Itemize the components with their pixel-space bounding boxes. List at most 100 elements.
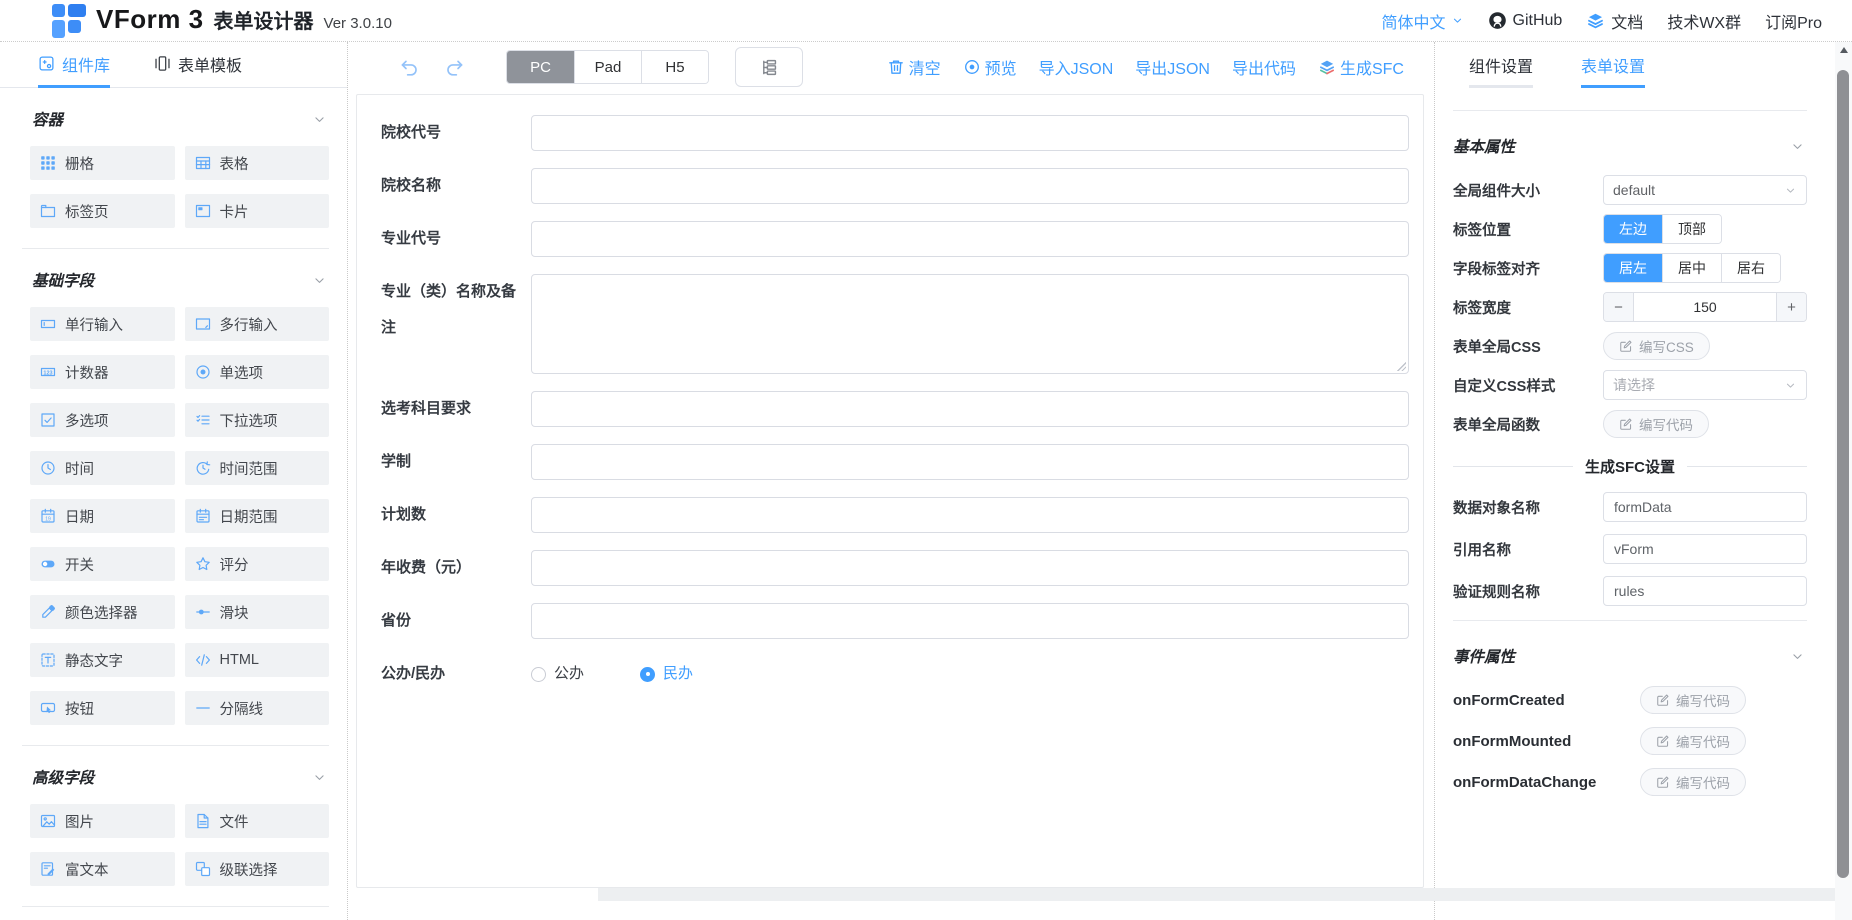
- resize-grip[interactable]: [1395, 360, 1406, 371]
- component-item[interactable]: 开关: [30, 547, 175, 581]
- form-field-row[interactable]: 省份: [381, 603, 1409, 639]
- form-field-row[interactable]: 专业（类）名称及备注: [381, 274, 1409, 374]
- ref-name-input[interactable]: [1603, 534, 1807, 564]
- component-item[interactable]: 下拉选项: [185, 403, 330, 437]
- label-align-option[interactable]: 居中: [1662, 254, 1721, 282]
- redo-icon[interactable]: [444, 56, 466, 78]
- component-item[interactable]: 标签页: [30, 194, 175, 228]
- component-item[interactable]: 分隔线: [185, 691, 330, 725]
- component-item[interactable]: 图片: [30, 804, 175, 838]
- form-field-row[interactable]: 院校代号: [381, 115, 1409, 151]
- component-item[interactable]: 评分: [185, 547, 330, 581]
- section-title: 基础字段: [32, 269, 94, 291]
- text-input[interactable]: [531, 497, 1409, 533]
- form-field-row[interactable]: 院校名称: [381, 168, 1409, 204]
- toolbar-action[interactable]: 清空: [887, 55, 941, 79]
- write-code-button[interactable]: 编写代码: [1603, 410, 1709, 438]
- label-align-option[interactable]: 居左: [1604, 254, 1662, 282]
- form-field-row[interactable]: 计划数: [381, 497, 1409, 533]
- text-input[interactable]: [531, 550, 1409, 586]
- wechat-group-link[interactable]: 技术WX群: [1667, 9, 1741, 33]
- device-tab-pc[interactable]: PC: [507, 51, 574, 83]
- radio-option[interactable]: 公办: [531, 656, 584, 692]
- docs-link[interactable]: 文档: [1586, 9, 1643, 33]
- component-item[interactable]: 表格: [185, 146, 330, 180]
- component-item[interactable]: 多行输入: [185, 307, 330, 341]
- subscribe-pro-link[interactable]: 订阅Pro: [1765, 9, 1822, 33]
- toolbar-action[interactable]: 导出代码: [1232, 55, 1296, 79]
- undo-icon[interactable]: [398, 56, 420, 78]
- component-item[interactable]: 19日期: [30, 499, 175, 533]
- component-item[interactable]: 单选项: [185, 355, 330, 389]
- toolbar-action[interactable]: 导出JSON: [1135, 55, 1210, 79]
- sidebar-tab-form-template[interactable]: 表单模板: [154, 42, 242, 88]
- component-item[interactable]: 多选项: [30, 403, 175, 437]
- form-field-row[interactable]: 学制: [381, 444, 1409, 480]
- sidebar-tab-widget-lib[interactable]: 组件库: [38, 42, 110, 88]
- label-width-value[interactable]: 150: [1634, 293, 1776, 321]
- chevron-down-icon[interactable]: [312, 273, 327, 288]
- component-item[interactable]: 颜色选择器: [30, 595, 175, 629]
- form-canvas[interactable]: 院校代号院校名称专业代号专业（类）名称及备注选考科目要求学制计划数年收费（元） 省…: [356, 94, 1424, 888]
- designer-center: PCPadH5 清空预览导入JSON导出JSON导出代码生成SFC 院校代号院校…: [348, 42, 1435, 920]
- text-input[interactable]: [531, 221, 1409, 257]
- minus-icon[interactable]: −: [1604, 293, 1634, 321]
- chevron-down-icon[interactable]: [1790, 139, 1805, 154]
- scroll-up-arrow[interactable]: [1835, 42, 1852, 58]
- rules-name-input[interactable]: [1603, 576, 1807, 606]
- component-item[interactable]: 静态文字: [30, 643, 175, 677]
- device-tab-pad[interactable]: Pad: [574, 51, 641, 83]
- chevron-down-icon[interactable]: [1790, 649, 1805, 664]
- form-field-row[interactable]: 年收费（元）: [381, 550, 1409, 586]
- form-field-row[interactable]: 公办/民办公办民办: [381, 656, 1409, 692]
- component-item[interactable]: 滑块: [185, 595, 330, 629]
- plus-icon[interactable]: +: [1776, 293, 1806, 321]
- global-size-select[interactable]: default: [1603, 175, 1807, 205]
- tab-form-settings[interactable]: 表单设置: [1581, 42, 1645, 88]
- label-width-label: 标签宽度: [1453, 297, 1603, 318]
- component-item[interactable]: 按钮: [30, 691, 175, 725]
- component-item[interactable]: 卡片: [185, 194, 330, 228]
- custom-css-select[interactable]: 请选择: [1603, 370, 1807, 400]
- toolbar-action[interactable]: 生成SFC: [1318, 55, 1404, 79]
- text-input[interactable]: [531, 444, 1409, 480]
- toolbar-action[interactable]: 预览: [963, 55, 1017, 79]
- label-position-option[interactable]: 顶部: [1662, 215, 1721, 243]
- chevron-down-icon[interactable]: [312, 112, 327, 127]
- chevron-down-icon[interactable]: [312, 770, 327, 785]
- radio-option[interactable]: 民办: [640, 656, 693, 692]
- label-position-option[interactable]: 左边: [1604, 215, 1662, 243]
- component-item[interactable]: 级联选择: [185, 852, 330, 886]
- component-item[interactable]: HTML: [185, 643, 330, 677]
- text-input[interactable]: [531, 603, 1409, 639]
- write-code-button[interactable]: 编写代码: [1640, 686, 1746, 714]
- vertical-scrollbar[interactable]: [1835, 42, 1852, 920]
- data-object-input[interactable]: [1603, 492, 1807, 522]
- label-align-option[interactable]: 居右: [1721, 254, 1780, 282]
- component-item[interactable]: 富文本: [30, 852, 175, 886]
- write-code-button[interactable]: 编写代码: [1640, 727, 1746, 755]
- text-input[interactable]: [531, 115, 1409, 151]
- component-item[interactable]: 栅格: [30, 146, 175, 180]
- component-item[interactable]: 123计数器: [30, 355, 175, 389]
- component-item[interactable]: 时间范围: [185, 451, 330, 485]
- horizontal-scrollbar-track[interactable]: [598, 888, 1835, 901]
- toolbar-action[interactable]: 导入JSON: [1039, 55, 1114, 79]
- form-field-row[interactable]: 选考科目要求: [381, 391, 1409, 427]
- component-item[interactable]: 单行输入: [30, 307, 175, 341]
- text-input[interactable]: [531, 168, 1409, 204]
- tab-widget-settings[interactable]: 组件设置: [1469, 42, 1533, 88]
- language-dropdown[interactable]: 简体中文: [1381, 9, 1463, 33]
- github-link[interactable]: GitHub: [1488, 11, 1563, 30]
- form-field-row[interactable]: 专业代号: [381, 221, 1409, 257]
- component-item[interactable]: 时间: [30, 451, 175, 485]
- component-item[interactable]: 文件: [185, 804, 330, 838]
- textarea-input[interactable]: [531, 274, 1409, 374]
- write-css-button[interactable]: 编写CSS: [1603, 332, 1710, 360]
- component-item[interactable]: 日期范围: [185, 499, 330, 533]
- scrollbar-thumb[interactable]: [1837, 70, 1849, 878]
- text-input[interactable]: [531, 391, 1409, 427]
- device-tab-h5[interactable]: H5: [641, 51, 708, 83]
- node-tree-button[interactable]: [735, 47, 803, 87]
- write-code-button[interactable]: 编写代码: [1640, 768, 1746, 796]
